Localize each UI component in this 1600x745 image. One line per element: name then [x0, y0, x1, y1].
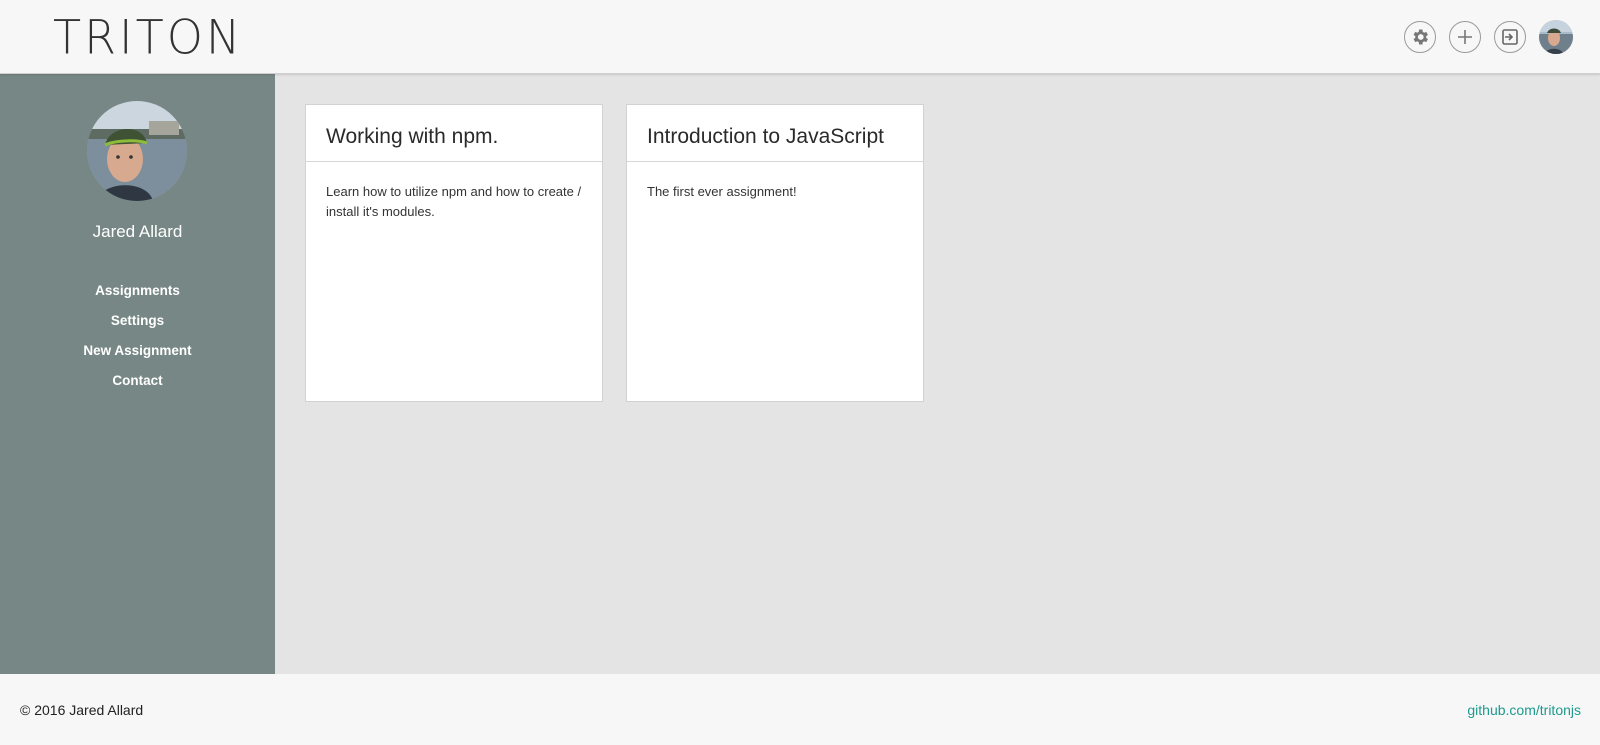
sidebar-item-settings[interactable]: Settings: [0, 306, 275, 336]
header-actions: [1404, 20, 1573, 54]
settings-button[interactable]: [1404, 21, 1436, 53]
app-logo[interactable]: TRITON: [53, 9, 243, 64]
logout-icon: [1502, 29, 1518, 45]
card-title[interactable]: Introduction to JavaScript: [627, 105, 923, 162]
github-link[interactable]: github.com/tritonjs: [1467, 702, 1581, 718]
copyright-text: © 2016 Jared Allard: [20, 702, 144, 718]
user-photo-icon: [1539, 20, 1573, 54]
assignment-card[interactable]: Introduction to JavaScript The first eve…: [626, 104, 924, 402]
header-avatar[interactable]: [1539, 20, 1573, 54]
sidebar: Jared Allard Assignments Settings New As…: [0, 74, 275, 674]
main-content: Working with npm. Learn how to utilize n…: [275, 74, 1600, 674]
top-header: TRITON: [0, 0, 1600, 74]
sidebar-item-assignments[interactable]: Assignments: [0, 276, 275, 306]
card-description: The first ever assignment!: [647, 184, 797, 199]
card-description: Learn how to utilize npm and how to crea…: [326, 184, 582, 219]
card-title[interactable]: Working with npm.: [306, 105, 602, 162]
assignment-card[interactable]: Working with npm. Learn how to utilize n…: [305, 104, 603, 402]
profile-avatar: [87, 101, 187, 201]
plus-icon: [1458, 30, 1472, 44]
sidebar-item-contact[interactable]: Contact: [0, 366, 275, 396]
sidebar-item-new-assignment[interactable]: New Assignment: [0, 336, 275, 366]
gear-icon: [1413, 29, 1428, 45]
add-assignment-button[interactable]: [1449, 21, 1481, 53]
footer: © 2016 Jared Allard github.com/tritonjs: [0, 674, 1600, 745]
user-photo-icon: [87, 101, 187, 201]
sidebar-nav: Assignments Settings New Assignment Cont…: [0, 276, 275, 396]
user-name: Jared Allard: [92, 222, 183, 241]
logout-button[interactable]: [1494, 21, 1526, 53]
